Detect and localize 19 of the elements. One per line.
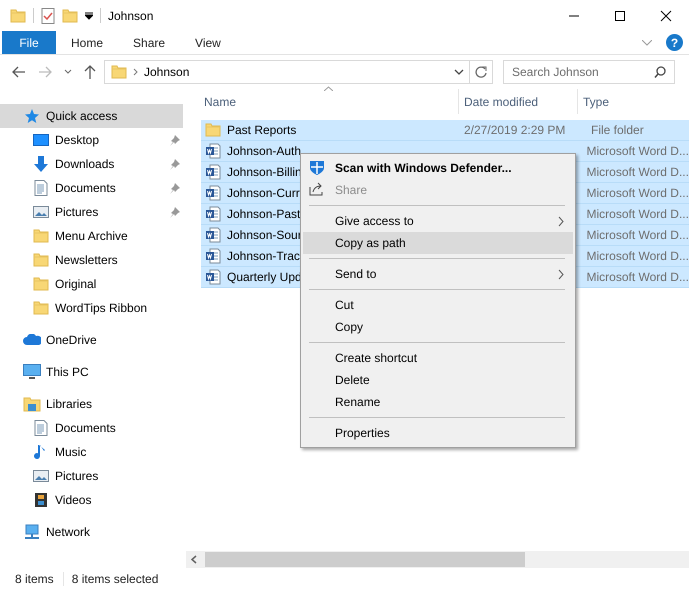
file-type: Microsoft Word D... bbox=[586, 228, 689, 242]
file-name: Johnson-Curr bbox=[227, 186, 300, 200]
date-modified: 2/27/2019 2:29 PM bbox=[464, 123, 566, 137]
item-count: 8 items bbox=[15, 572, 54, 586]
file-name: Johnson-Trac bbox=[227, 249, 300, 263]
file-name: Past Reports bbox=[227, 123, 296, 137]
file-type: Microsoft Word D... bbox=[586, 270, 689, 284]
file-name: Johnson-Sour bbox=[227, 228, 302, 242]
file-name: Johnson-Auth bbox=[227, 144, 302, 158]
file-name: Johnson-Past bbox=[227, 207, 300, 221]
file-type: File folder bbox=[590, 123, 644, 137]
file-type: Microsoft Word D... bbox=[586, 186, 689, 200]
file-type: Microsoft Word D... bbox=[586, 144, 689, 158]
file-type: Microsoft Word D... bbox=[586, 207, 689, 221]
selection-count: 8 items selected bbox=[72, 572, 158, 586]
file-type: Microsoft Word D... bbox=[586, 249, 689, 263]
file-type: Microsoft Word D... bbox=[586, 165, 689, 179]
file-name: Johnson-Billin bbox=[227, 165, 302, 179]
window-title: Johnson bbox=[108, 8, 154, 22]
